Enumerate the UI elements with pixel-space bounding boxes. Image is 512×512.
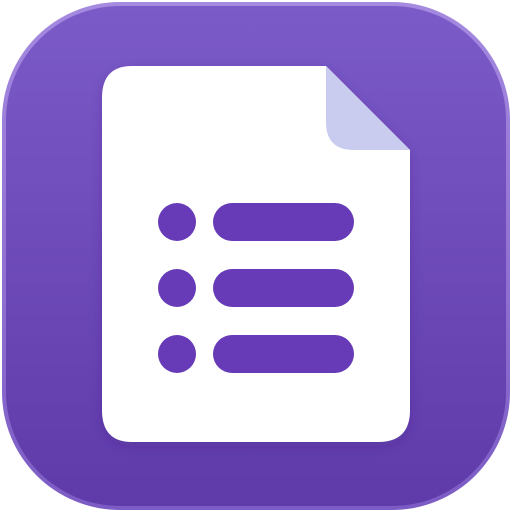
list-bullet-2 (158, 269, 196, 307)
google-forms-icon[interactable] (0, 0, 512, 512)
list-line-2 (213, 269, 354, 307)
app-icon-canvas (0, 0, 512, 512)
list-bullet-1 (158, 203, 196, 241)
list-bullet-3 (158, 335, 196, 373)
list-line-3 (213, 335, 354, 373)
list-line-1 (213, 203, 354, 241)
